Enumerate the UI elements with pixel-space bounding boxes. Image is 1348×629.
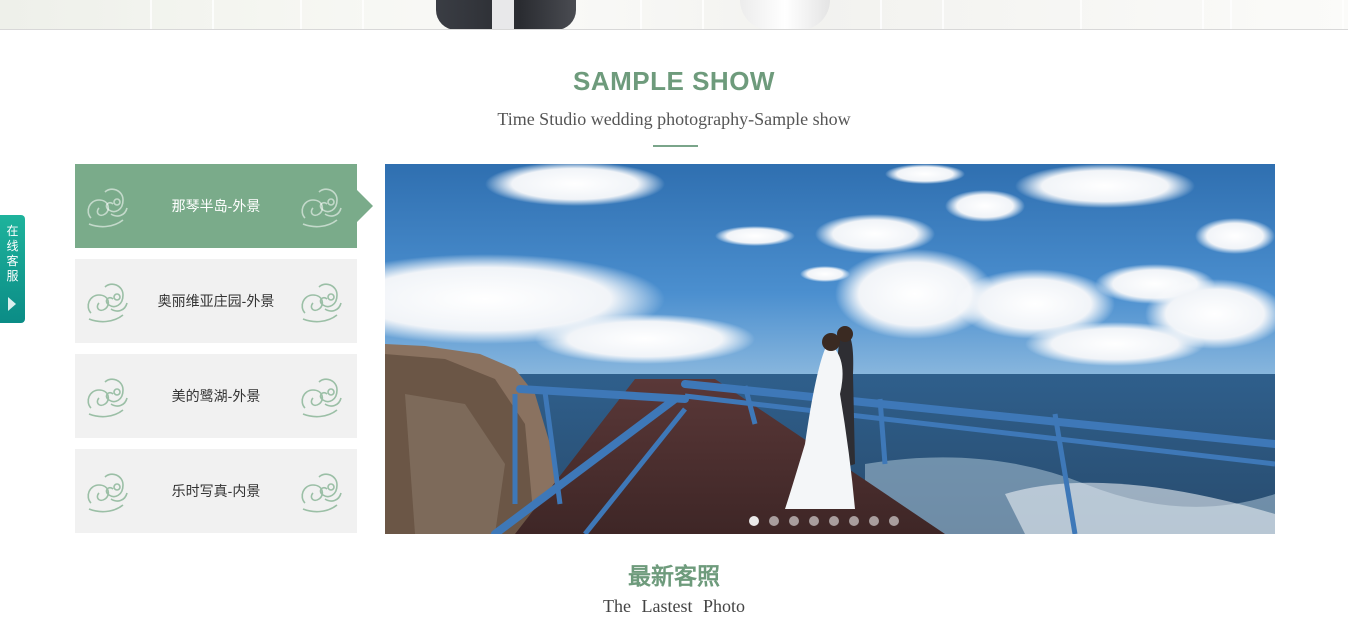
slider-dot[interactable]	[749, 516, 759, 526]
tab-label: 美的鹭湖-外景	[171, 388, 261, 404]
slider-dot[interactable]	[769, 516, 779, 526]
floral-ornament-icon	[87, 378, 128, 418]
floral-ornament-icon	[301, 283, 342, 323]
floral-ornament-icon	[301, 473, 342, 513]
sample-show-title: SAMPLE SHOW	[573, 66, 775, 96]
slider-dot[interactable]	[809, 516, 819, 526]
expand-arrow-icon	[8, 297, 16, 311]
slider-dot[interactable]	[869, 516, 879, 526]
sample-photo-slider[interactable]	[385, 164, 1275, 534]
wedding-seaside-photo	[385, 164, 1275, 534]
tab-midea-egret-lake[interactable]: 美的鹭湖-外景	[75, 354, 357, 438]
tab-leshi-portrait[interactable]: 乐时写真-内景	[75, 449, 357, 533]
groom-shirt	[492, 0, 514, 30]
slider-dot[interactable]	[789, 516, 799, 526]
floral-ornament-icon	[301, 188, 342, 228]
tab-label: 乐时写真-内景	[171, 483, 261, 499]
top-banner-image	[0, 0, 1348, 30]
banner-divider	[0, 29, 1348, 30]
tab-label: 奥丽维亚庄园-外景	[157, 293, 275, 309]
floral-ornament-icon	[87, 188, 128, 228]
slider-dot[interactable]	[849, 516, 859, 526]
tab-olivia-manor[interactable]: 奥丽维亚庄园-外景	[75, 259, 357, 343]
active-tab-pointer	[357, 190, 373, 222]
online-service-label: 在线客服	[6, 224, 19, 283]
floral-ornament-icon	[87, 283, 128, 323]
latest-photo-title: 最新客照	[628, 563, 720, 589]
tab-label: 那琴半岛-外景	[171, 198, 261, 214]
slider-dot[interactable]	[829, 516, 839, 526]
online-service-button[interactable]: 在线客服	[0, 215, 25, 323]
floral-ornament-icon	[301, 378, 342, 418]
bride-figure	[740, 0, 830, 30]
slider-dot[interactable]	[889, 516, 899, 526]
tab-nayao-peninsula[interactable]: 那琴半岛-外景	[75, 164, 373, 248]
title-divider	[653, 145, 698, 147]
slider-pagination	[749, 516, 899, 526]
sample-show-subtitle: Time Studio wedding photography-Sample s…	[497, 109, 851, 129]
floral-ornament-icon	[87, 473, 128, 513]
latest-photo-subtitle: The Lastest Photo	[603, 596, 745, 616]
